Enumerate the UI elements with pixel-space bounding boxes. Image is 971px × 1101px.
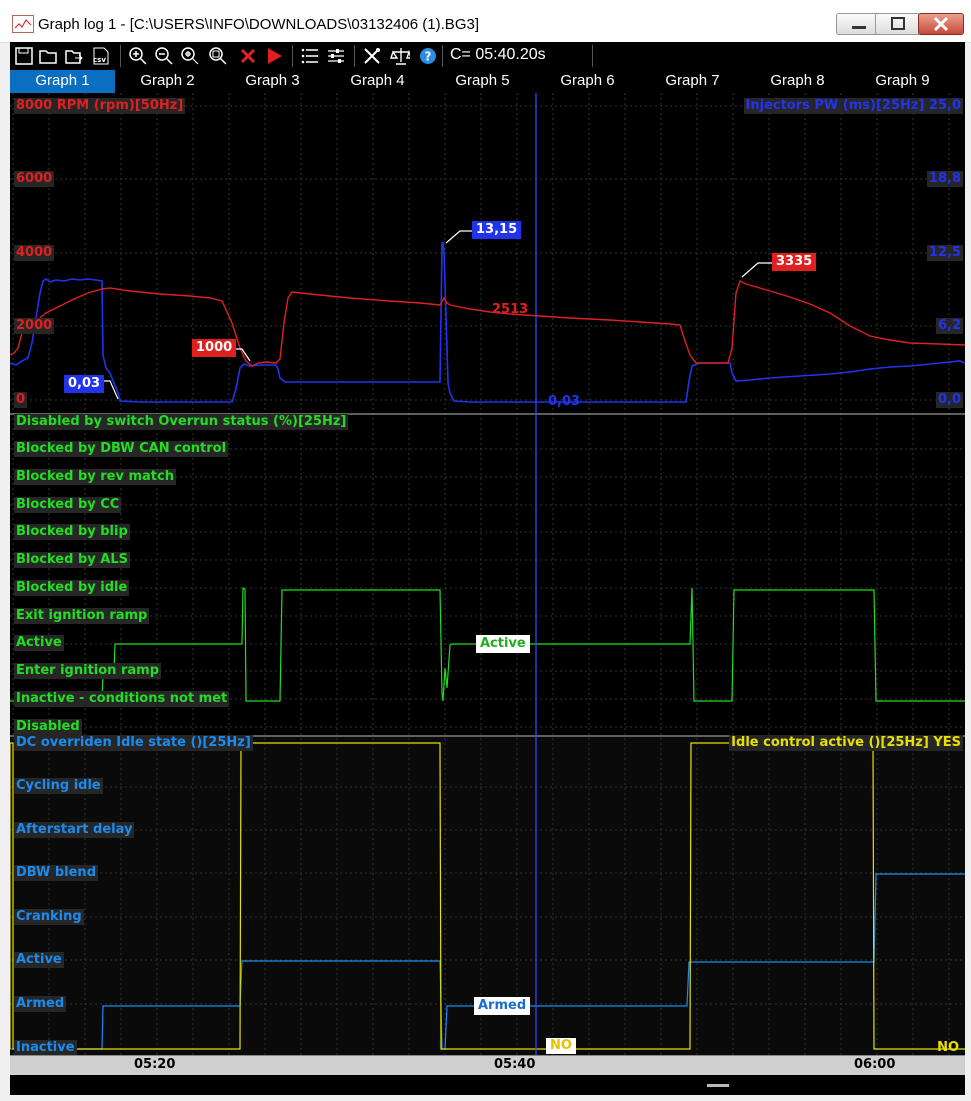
pw-cursor-value: 0,03: [548, 394, 581, 409]
tab-graph-3[interactable]: Graph 3: [220, 70, 325, 93]
settings-sliders-icon[interactable]: [326, 46, 346, 66]
tools-icon[interactable]: [362, 46, 382, 66]
injector-pw-channel-label[interactable]: Injectors PW (ms)[25Hz] 25,0: [743, 98, 963, 114]
idle-state-cursor-value: Armed: [474, 997, 531, 1015]
idle-control-active-channel-label[interactable]: Idle control active ()[25Hz] YES: [729, 735, 963, 751]
injector-pw-trace: [10, 242, 965, 403]
pw-tick-label: 18,8: [926, 171, 963, 187]
open-folder-icon[interactable]: [64, 46, 84, 66]
overrun-state-label: Blocked by idle: [14, 580, 130, 596]
time-tick-label: 05:20: [134, 1057, 176, 1072]
time-axis[interactable]: 05:20 05:40 06:00: [10, 1055, 965, 1076]
overrun-state-label: Blocked by CC: [14, 497, 122, 513]
overrun-state-label: Blocked by rev match: [14, 469, 176, 485]
zoom-in-icon[interactable]: [128, 46, 148, 66]
tab-graph-4[interactable]: Graph 4: [325, 70, 430, 93]
idle-active-cursor-value: NO: [546, 1038, 576, 1054]
rpm-channel-label[interactable]: 8000 RPM (rpm)[50Hz]: [14, 98, 186, 114]
tab-graph-1[interactable]: Graph 1: [10, 70, 115, 93]
toolbar: csv ? C= 05:40.20s: [10, 42, 965, 70]
idle-state-label: Inactive: [14, 1040, 77, 1056]
overrun-state-label: Active: [14, 635, 64, 651]
overrun-state-label: Disabled: [14, 719, 82, 735]
maximize-button[interactable]: [875, 13, 921, 35]
tab-graph-5[interactable]: Graph 5: [430, 70, 535, 93]
svg-text:csv: csv: [93, 56, 106, 64]
application-window: Graph log 1 - [C:\USERS\INFO\DOWNLOADS\0…: [0, 0, 971, 1101]
idle-state-channel-label[interactable]: DC overriden Idle state ()[25Hz]: [14, 735, 253, 751]
rpm-value-tag: 1000: [192, 339, 237, 357]
idle-state-label: DBW blend: [14, 865, 98, 881]
idle-active-right-value: NO: [937, 1040, 959, 1055]
rpm-value-tag: 3335: [772, 253, 817, 271]
scale-icon[interactable]: [390, 46, 410, 66]
overrun-state-label: Enter ignition ramp: [14, 663, 161, 679]
idle-state-label: Active: [14, 952, 64, 968]
time-tick-label: 05:40: [494, 1057, 536, 1072]
pw-value-tag: 0,03: [64, 375, 105, 393]
tab-graph-2[interactable]: Graph 2: [115, 70, 220, 93]
overrun-state-label: Exit ignition ramp: [14, 608, 150, 624]
list-icon[interactable]: [300, 46, 320, 66]
status-bar: [10, 1075, 965, 1095]
rpm-cursor-value: 2513: [492, 302, 529, 317]
rpm-trace: [10, 280, 965, 367]
rpm-tick-label: 6000: [14, 171, 55, 187]
tab-graph-9[interactable]: Graph 9: [850, 70, 955, 93]
zoom-fit-icon[interactable]: [180, 46, 200, 66]
clear-icon[interactable]: [238, 46, 258, 66]
pw-tick-label: 0,0: [935, 392, 963, 408]
overrun-state-label: Blocked by blip: [14, 524, 130, 540]
rpm-tick-label: 2000: [14, 318, 55, 334]
play-icon[interactable]: [264, 46, 284, 66]
resize-grip-icon[interactable]: [707, 1084, 729, 1087]
csv-icon[interactable]: csv: [90, 46, 110, 66]
pw-tick-label: 6,2: [935, 318, 963, 334]
zoom-reset-icon[interactable]: [208, 46, 228, 66]
pw-tick-label: 12,5: [926, 245, 963, 261]
idle-state-label: Cranking: [14, 909, 84, 925]
tab-graph-8[interactable]: Graph 8: [745, 70, 850, 93]
overrun-cursor-value: Active: [476, 635, 530, 653]
help-icon[interactable]: ?: [418, 46, 438, 66]
overrun-channel-label[interactable]: Disabled by switch Overrun status (%)[25…: [14, 414, 349, 430]
window-title: Graph log 1 - [C:\USERS\INFO\DOWNLOADS\0…: [38, 16, 479, 33]
idle-state-label: Afterstart delay: [14, 822, 135, 838]
save-icon[interactable]: [14, 46, 34, 66]
graph-plot-area[interactable]: 8000 RPM (rpm)[50Hz] Injectors PW (ms)[2…: [10, 93, 965, 1056]
tab-graph-6[interactable]: Graph 6: [535, 70, 640, 93]
rpm-tick-label: 0: [14, 392, 28, 408]
idle-state-label: Cycling idle: [14, 778, 103, 794]
app-icon: [12, 15, 34, 33]
idle-state-label: Armed: [14, 996, 67, 1012]
tab-graph-7[interactable]: Graph 7: [640, 70, 745, 93]
title-bar[interactable]: Graph log 1 - [C:\USERS\INFO\DOWNLOADS\0…: [0, 0, 971, 43]
open-icon[interactable]: [38, 46, 58, 66]
time-tick-label: 06:00: [854, 1057, 896, 1072]
close-button[interactable]: [918, 13, 964, 35]
rpm-tick-label: 4000: [14, 245, 55, 261]
overrun-state-label: Blocked by DBW CAN control: [14, 441, 229, 457]
pw-value-tag: 13,15: [472, 221, 522, 239]
overrun-state-label: Blocked by ALS: [14, 552, 130, 568]
cursor-time-readout: C= 05:40.20s: [450, 46, 546, 63]
graph-tab-bar: Graph 1 Graph 2 Graph 3 Graph 4 Graph 5 …: [10, 70, 965, 93]
svg-text:?: ?: [425, 50, 432, 64]
overrun-state-label: Inactive - conditions not met: [14, 691, 230, 707]
zoom-out-icon[interactable]: [154, 46, 174, 66]
